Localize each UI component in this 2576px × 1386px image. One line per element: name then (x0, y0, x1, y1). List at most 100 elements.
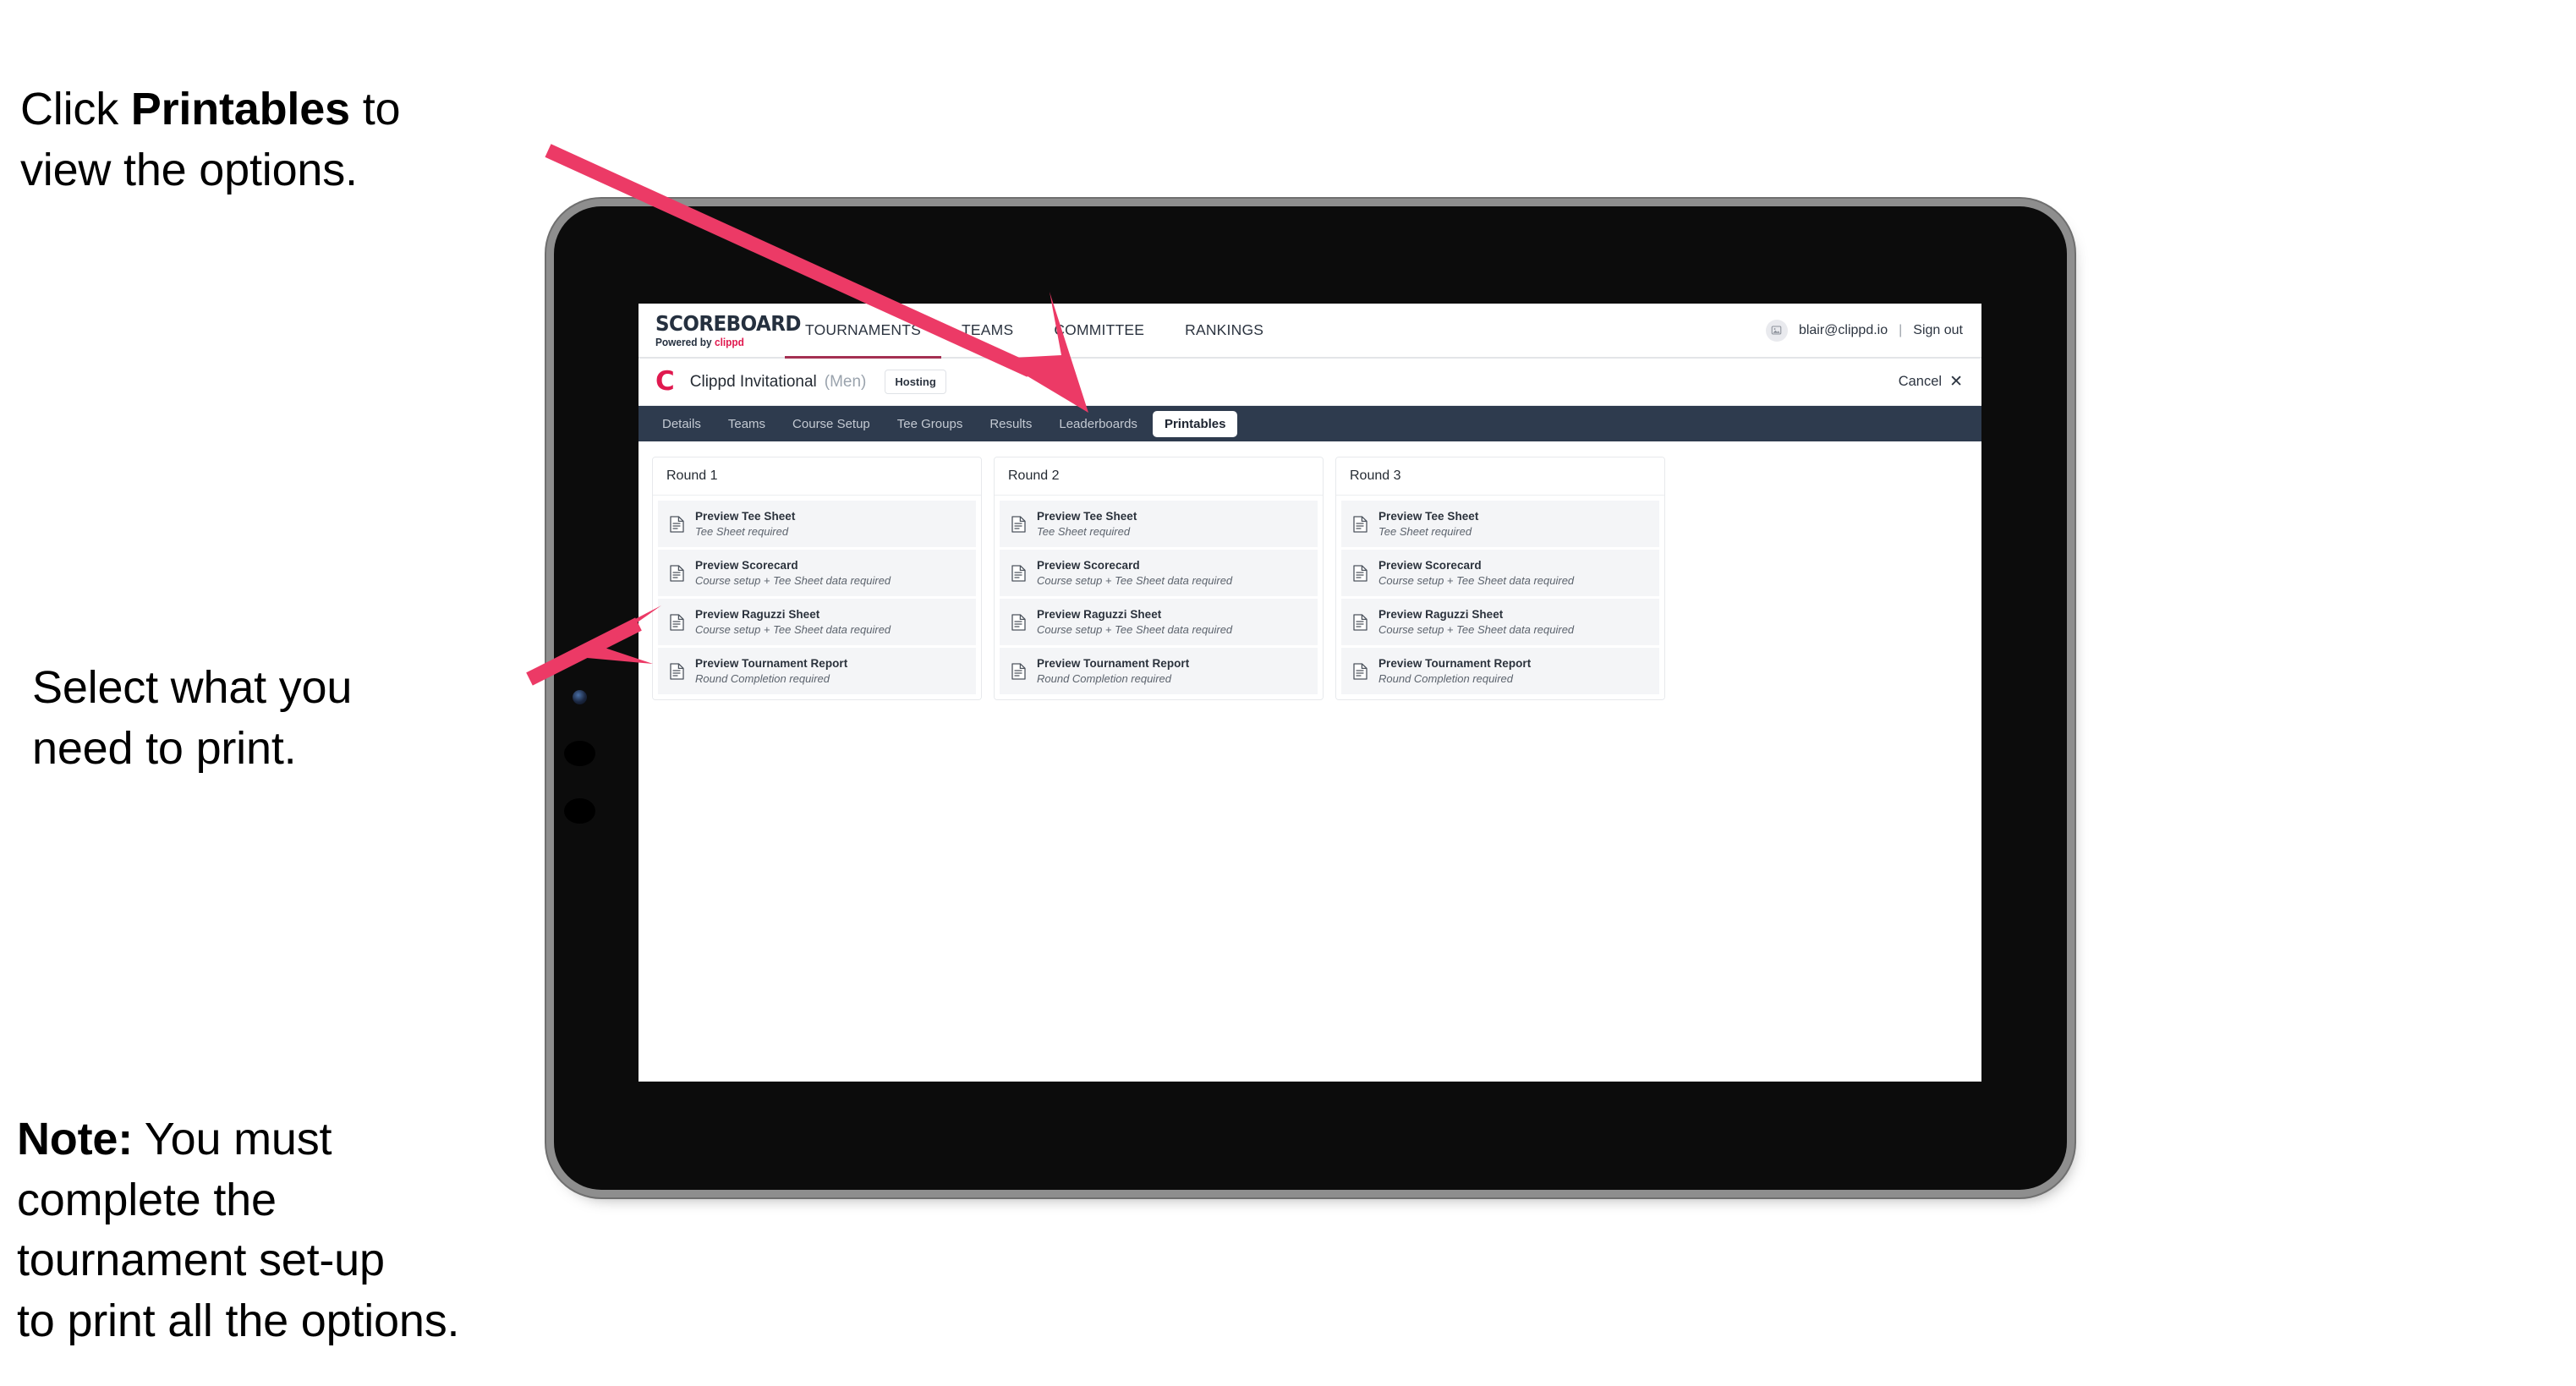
annotation-click-bold: Printables (130, 83, 350, 134)
tab-course-setup[interactable]: Course Setup (781, 411, 882, 437)
nav-item-teams[interactable]: TEAMS (941, 304, 1033, 357)
nav-item-tournaments-label: TOURNAMENTS (805, 321, 922, 338)
tab-printables-label: Printables (1164, 416, 1226, 431)
cancel-button[interactable]: Cancel ✕ (1899, 374, 1963, 390)
document-icon (1011, 613, 1026, 631)
top-navigation-bar: SCOREBOARD Powered by clippd TOURNAMENTS… (639, 304, 1981, 359)
tab-course-setup-label: Course Setup (792, 416, 870, 431)
printable-title: Preview Tee Sheet (1378, 510, 1479, 523)
document-icon (1011, 564, 1026, 582)
scoreboard-logo[interactable]: SCOREBOARD Powered by clippd (639, 304, 802, 357)
nav-item-rankings-label: RANKINGS (1185, 321, 1264, 338)
nav-item-rankings[interactable]: RANKINGS (1165, 304, 1284, 357)
printable-title: Preview Scorecard (1378, 559, 1482, 572)
printable-subtitle: Round Completion required (1037, 672, 1171, 685)
printable-row[interactable]: Preview Tournament Report Round Completi… (1000, 648, 1318, 694)
round-column-1: Round 1 Preview Tee Sheet Tee Sheet requ… (652, 457, 982, 700)
app-screen: SCOREBOARD Powered by clippd TOURNAMENTS… (639, 304, 1981, 1082)
printable-subtitle: Course setup + Tee Sheet data required (695, 574, 891, 587)
printable-subtitle: Course setup + Tee Sheet data required (1378, 623, 1575, 636)
printable-title: Preview Tournament Report (695, 657, 848, 670)
document-icon (670, 564, 684, 582)
logo-powered-text: Powered by (655, 336, 715, 348)
front-camera-icon (573, 690, 587, 704)
tournament-gender: (Men) (824, 372, 867, 391)
tab-tee-groups-label: Tee Groups (896, 416, 963, 431)
document-icon (1353, 613, 1367, 631)
round-column-3: Round 3 Preview Tee Sheet Tee Sheet requ… (1335, 457, 1665, 700)
printable-row[interactable]: Preview Tournament Report Round Completi… (658, 648, 976, 694)
tab-teams[interactable]: Teams (716, 411, 777, 437)
annotation-click-printables: Click Printables to view the options. (20, 19, 578, 200)
printable-row[interactable]: Preview Raguzzi Sheet Course setup + Tee… (1000, 599, 1318, 645)
document-icon (670, 515, 684, 533)
annotation-note-bold: Note: (17, 1113, 133, 1164)
printable-title: Preview Tournament Report (1378, 657, 1532, 670)
round-1-items: Preview Tee Sheet Tee Sheet required Pre… (653, 496, 981, 699)
printable-title: Preview Tee Sheet (1037, 510, 1137, 523)
printable-row[interactable]: Preview Tee Sheet Tee Sheet required (1341, 501, 1659, 547)
printable-title: Preview Scorecard (1037, 559, 1140, 572)
tab-leaderboards-label: Leaderboards (1059, 416, 1137, 431)
document-icon (1353, 515, 1367, 533)
printable-subtitle: Course setup + Tee Sheet data required (695, 623, 891, 636)
printable-row[interactable]: Preview Scorecard Course setup + Tee She… (1000, 550, 1318, 596)
volume-down-button[interactable] (564, 798, 595, 824)
round-3-items: Preview Tee Sheet Tee Sheet required Pre… (1336, 496, 1664, 699)
round-2-items: Preview Tee Sheet Tee Sheet required Pre… (995, 496, 1323, 699)
printable-row[interactable]: Preview Tee Sheet Tee Sheet required (1000, 501, 1318, 547)
tab-printables[interactable]: Printables (1152, 410, 1238, 437)
printable-title: Preview Tee Sheet (695, 510, 796, 523)
printable-subtitle: Course setup + Tee Sheet data required (1037, 574, 1233, 587)
user-avatar-icon[interactable] (1765, 319, 1788, 342)
tournament-header-row: C Clippd Invitational (Men) Hosting Canc… (639, 359, 1981, 406)
volume-up-button[interactable] (564, 741, 595, 766)
logo-brand-clippd: clippd (714, 336, 744, 348)
document-icon (1011, 662, 1026, 680)
document-icon (1011, 515, 1026, 533)
printable-row[interactable]: Preview Raguzzi Sheet Course setup + Tee… (658, 599, 976, 645)
tournament-name: Clippd Invitational (689, 372, 817, 391)
tab-details[interactable]: Details (650, 411, 713, 437)
status-badge: Hosting (885, 370, 946, 394)
printable-subtitle: Course setup + Tee Sheet data required (1037, 623, 1233, 636)
nav-item-tournaments[interactable]: TOURNAMENTS (785, 304, 942, 359)
printable-title: Preview Raguzzi Sheet (1037, 608, 1162, 621)
printable-row[interactable]: Preview Tournament Report Round Completi… (1341, 648, 1659, 694)
user-email-label: blair@clippd.io (1798, 322, 1888, 337)
nav-item-teams-label: TEAMS (962, 321, 1014, 338)
printable-title: Preview Raguzzi Sheet (695, 608, 820, 621)
tablet-device: SCOREBOARD Powered by clippd TOURNAMENTS… (554, 206, 2067, 1190)
document-icon (670, 662, 684, 680)
tab-leaderboards[interactable]: Leaderboards (1047, 411, 1149, 437)
annotation-select-print: Select what you need to print. (32, 662, 353, 774)
section-tab-bar: Details Teams Course Setup Tee Groups Re… (639, 406, 1981, 441)
logo-subtitle: Powered by clippd (655, 337, 778, 348)
printable-row[interactable]: Preview Scorecard Course setup + Tee She… (1341, 550, 1659, 596)
nav-item-committee-label: COMMITTEE (1054, 321, 1145, 338)
printable-subtitle: Round Completion required (1378, 672, 1513, 685)
tab-results-label: Results (989, 416, 1033, 431)
tab-results[interactable]: Results (978, 411, 1044, 437)
round-1-title: Round 1 (653, 457, 981, 496)
printable-title: Preview Tournament Report (1037, 657, 1190, 670)
account-area: blair@clippd.io | Sign out (1765, 304, 1981, 357)
printable-subtitle: Course setup + Tee Sheet data required (1378, 574, 1575, 587)
printable-row[interactable]: Preview Raguzzi Sheet Course setup + Tee… (1341, 599, 1659, 645)
printable-subtitle: Tee Sheet required (1037, 525, 1131, 538)
close-icon: ✕ (1949, 373, 1963, 391)
annotation-click-pre: Click (20, 83, 131, 134)
round-2-title: Round 2 (995, 457, 1323, 496)
printable-title: Preview Raguzzi Sheet (1378, 608, 1504, 621)
tab-tee-groups[interactable]: Tee Groups (885, 411, 975, 437)
printable-row[interactable]: Preview Scorecard Course setup + Tee She… (658, 550, 976, 596)
round-column-2: Round 2 Preview Tee Sheet Tee Sheet requ… (994, 457, 1324, 700)
printable-subtitle: Tee Sheet required (695, 525, 789, 538)
printable-title: Preview Scorecard (695, 559, 798, 572)
sign-out-link[interactable]: Sign out (1913, 323, 1963, 338)
printable-subtitle: Round Completion required (695, 672, 830, 685)
printable-row[interactable]: Preview Tee Sheet Tee Sheet required (658, 501, 976, 547)
round-3-title: Round 3 (1336, 457, 1664, 496)
account-separator: | (1899, 322, 1903, 337)
nav-item-committee[interactable]: COMMITTEE (1033, 304, 1165, 357)
